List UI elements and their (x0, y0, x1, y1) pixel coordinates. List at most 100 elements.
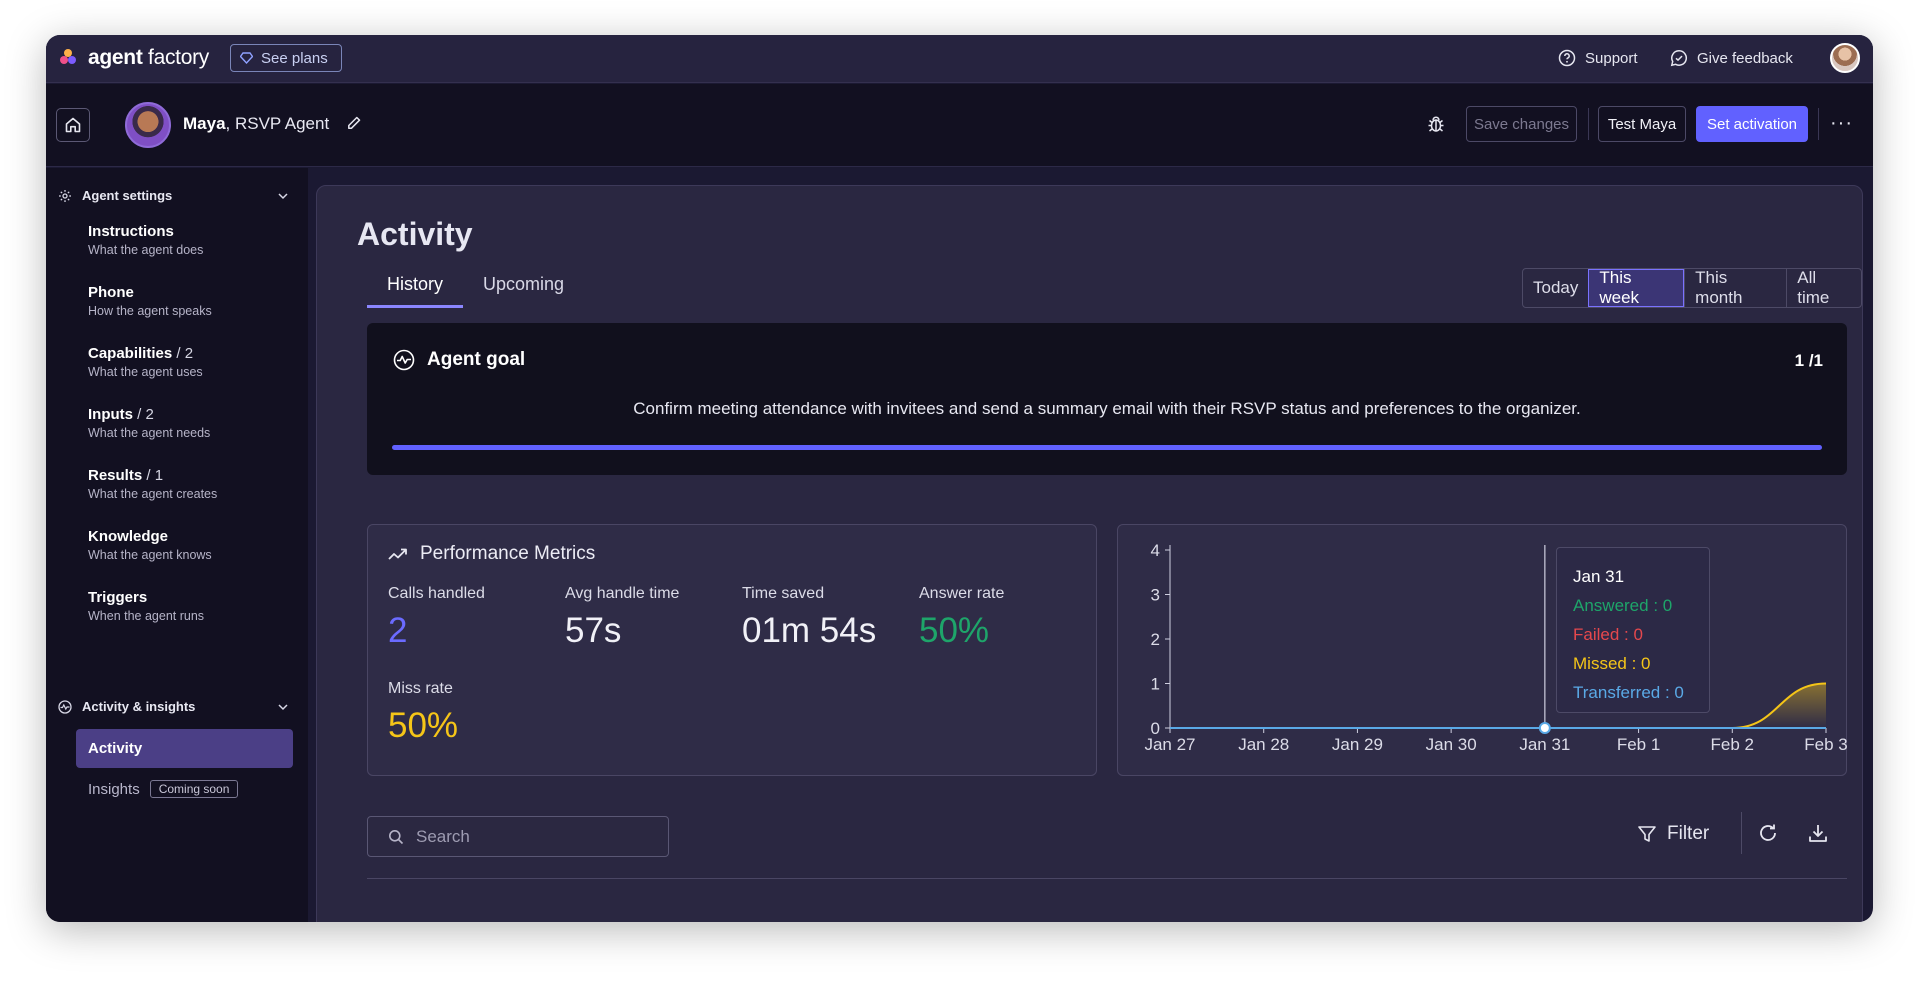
search-placeholder: Search (416, 826, 470, 846)
sidebar-item-title: Knowledge (88, 528, 169, 545)
tab-history[interactable]: History (367, 266, 464, 308)
coming-soon-badge: Coming soon (149, 780, 239, 798)
brand-bold: agent (88, 46, 143, 69)
x-tick-label: Jan 27 (1144, 735, 1195, 754)
range-today[interactable]: Today (1523, 269, 1588, 307)
metric-value: 01m 54s (742, 611, 877, 650)
give-feedback-button[interactable]: Give feedback (1670, 45, 1793, 71)
agent-goal-card: Agent goal 1 /1 Confirm meeting attendan… (367, 323, 1847, 475)
filter-button[interactable]: Filter (1637, 823, 1709, 845)
sidebar-item-count: / 1 (142, 467, 164, 484)
agent-settings-section[interactable]: Agent settings (58, 188, 288, 203)
agent-factory-logo-icon (60, 49, 76, 64)
range-this-month[interactable]: This month (1684, 269, 1786, 307)
bug-icon[interactable] (1426, 114, 1446, 134)
sidebar-item-inputs[interactable]: Inputs / 2 What the agent needs (88, 406, 210, 440)
agent-goal-title: Agent goal (427, 349, 526, 370)
home-button[interactable] (56, 108, 90, 142)
sidebar: Agent settings Instructions What the age… (46, 168, 308, 922)
range-this-week[interactable]: This week (1588, 269, 1685, 307)
y-tick-label: 4 (1151, 541, 1160, 560)
sidebar-item-subtitle: What the agent uses (88, 365, 203, 379)
goal-count: 1 /1 (1794, 351, 1823, 370)
tab-upcoming[interactable]: Upcoming (463, 266, 584, 308)
search-icon (389, 829, 404, 844)
sidebar-item-knowledge[interactable]: Knowledge What the agent knows (88, 528, 212, 562)
sidebar-item-activity[interactable]: Activity (76, 729, 293, 768)
sidebar-item-instructions[interactable]: Instructions What the agent does (88, 223, 203, 257)
sidebar-item-results[interactable]: Results / 1 What the agent creates (88, 467, 217, 501)
set-activation-button[interactable]: Set activation (1696, 106, 1808, 142)
activity-tabs: History Upcoming (367, 266, 584, 308)
brand-rest: factory (142, 46, 209, 69)
agent-goal-header: Agent goal (393, 349, 525, 371)
sidebar-item-title: Phone (88, 284, 134, 301)
metric-label: Time saved (742, 585, 825, 602)
calls-chart: 0 1 2 3 4 Jan 27 Jan 28 Jan 29 Jan 30 Jan 31 Feb 1… (1117, 524, 1848, 776)
test-agent-button[interactable]: Test Maya (1598, 106, 1686, 142)
trending-up-icon (388, 548, 407, 560)
sidebar-item-label: Insights (88, 780, 140, 798)
chart-tooltip: Jan 31 Answered : 0 Failed : 0 Missed : … (1556, 547, 1710, 713)
metric-calls-handled: Calls handled 2 (388, 585, 485, 651)
sidebar-item-insights[interactable]: Insights Coming soon (88, 780, 239, 798)
sidebar-item-subtitle: What the agent does (88, 243, 204, 257)
sidebar-item-title: Instructions (88, 223, 174, 240)
metric-label: Answer rate (919, 585, 1005, 602)
download-icon[interactable] (1807, 822, 1829, 844)
agent-name: Maya (183, 114, 226, 133)
chevron-down-icon[interactable] (276, 189, 290, 203)
metric-answer-rate: Answer rate 50% (919, 585, 1004, 651)
save-changes-button[interactable]: Save changes (1466, 106, 1577, 142)
give-feedback-label: Give feedback (1697, 49, 1793, 67)
x-tick-label: Jan 29 (1332, 735, 1383, 754)
agent-role: , RSVP Agent (225, 114, 330, 133)
activity-insights-section[interactable]: Activity & insights (58, 699, 288, 714)
edit-pencil-icon[interactable] (346, 115, 362, 131)
top-bar: agent factory See plans Support Give fee… (46, 35, 1873, 83)
see-plans-button[interactable]: See plans (230, 44, 342, 72)
home-icon (65, 117, 81, 133)
sidebar-item-title: Results (88, 467, 143, 484)
activity-pulse-icon (58, 699, 72, 714)
y-tick-label: 1 (1151, 675, 1160, 694)
y-tick-label: 3 (1151, 586, 1160, 605)
sidebar-item-triggers[interactable]: Triggers When the agent runs (88, 589, 204, 623)
series-line-missed (1170, 682, 1827, 729)
agent-avatar (125, 102, 171, 148)
agent-settings-label: Agent settings (82, 188, 173, 203)
metric-time-saved: Time saved 01m 54s (742, 585, 876, 651)
sidebar-item-subtitle: When the agent runs (88, 609, 205, 623)
metric-value: 50% (388, 706, 459, 745)
user-avatar[interactable] (1830, 43, 1860, 73)
chevron-down-icon[interactable] (276, 700, 290, 714)
sidebar-item-capabilities[interactable]: Capabilities / 2 What the agent uses (88, 345, 203, 379)
activity-panel: Activity History Upcoming Today This wee… (316, 185, 1863, 922)
series-area-missed (1170, 683, 1826, 728)
sidebar-item-phone[interactable]: Phone How the agent speaks (88, 284, 212, 318)
search-input[interactable]: Search (367, 816, 669, 857)
refresh-icon[interactable] (1757, 822, 1779, 844)
sidebar-item-subtitle: What the agent creates (88, 487, 218, 501)
tooltip-failed: Failed : 0 (1573, 625, 1643, 644)
range-all-time[interactable]: All time (1786, 269, 1861, 307)
sidebar-item-subtitle: What the agent knows (88, 548, 212, 562)
metric-label: Calls handled (388, 585, 485, 602)
x-tick-label: Jan 28 (1238, 735, 1289, 754)
filter-label: Filter (1667, 823, 1710, 844)
metric-value: 50% (919, 611, 990, 650)
activity-insights-label: Activity & insights (82, 699, 196, 714)
y-tick-label: 2 (1151, 630, 1160, 649)
metric-value: 57s (565, 611, 622, 650)
support-label: Support (1585, 49, 1638, 67)
page-title: Activity (357, 216, 473, 252)
sidebar-item-subtitle: What the agent needs (88, 426, 211, 440)
x-tick-label: Jan 30 (1426, 735, 1477, 754)
toolbar-divider (1741, 812, 1742, 854)
brand-name[interactable]: agent factory (88, 46, 209, 70)
header-divider (1588, 108, 1589, 140)
performance-metrics-card: Performance Metrics Calls handled 2 Avg … (367, 524, 1097, 776)
more-options-icon[interactable]: ··· (1830, 112, 1853, 135)
diamond-icon (240, 52, 253, 64)
support-button[interactable]: Support (1558, 45, 1638, 71)
